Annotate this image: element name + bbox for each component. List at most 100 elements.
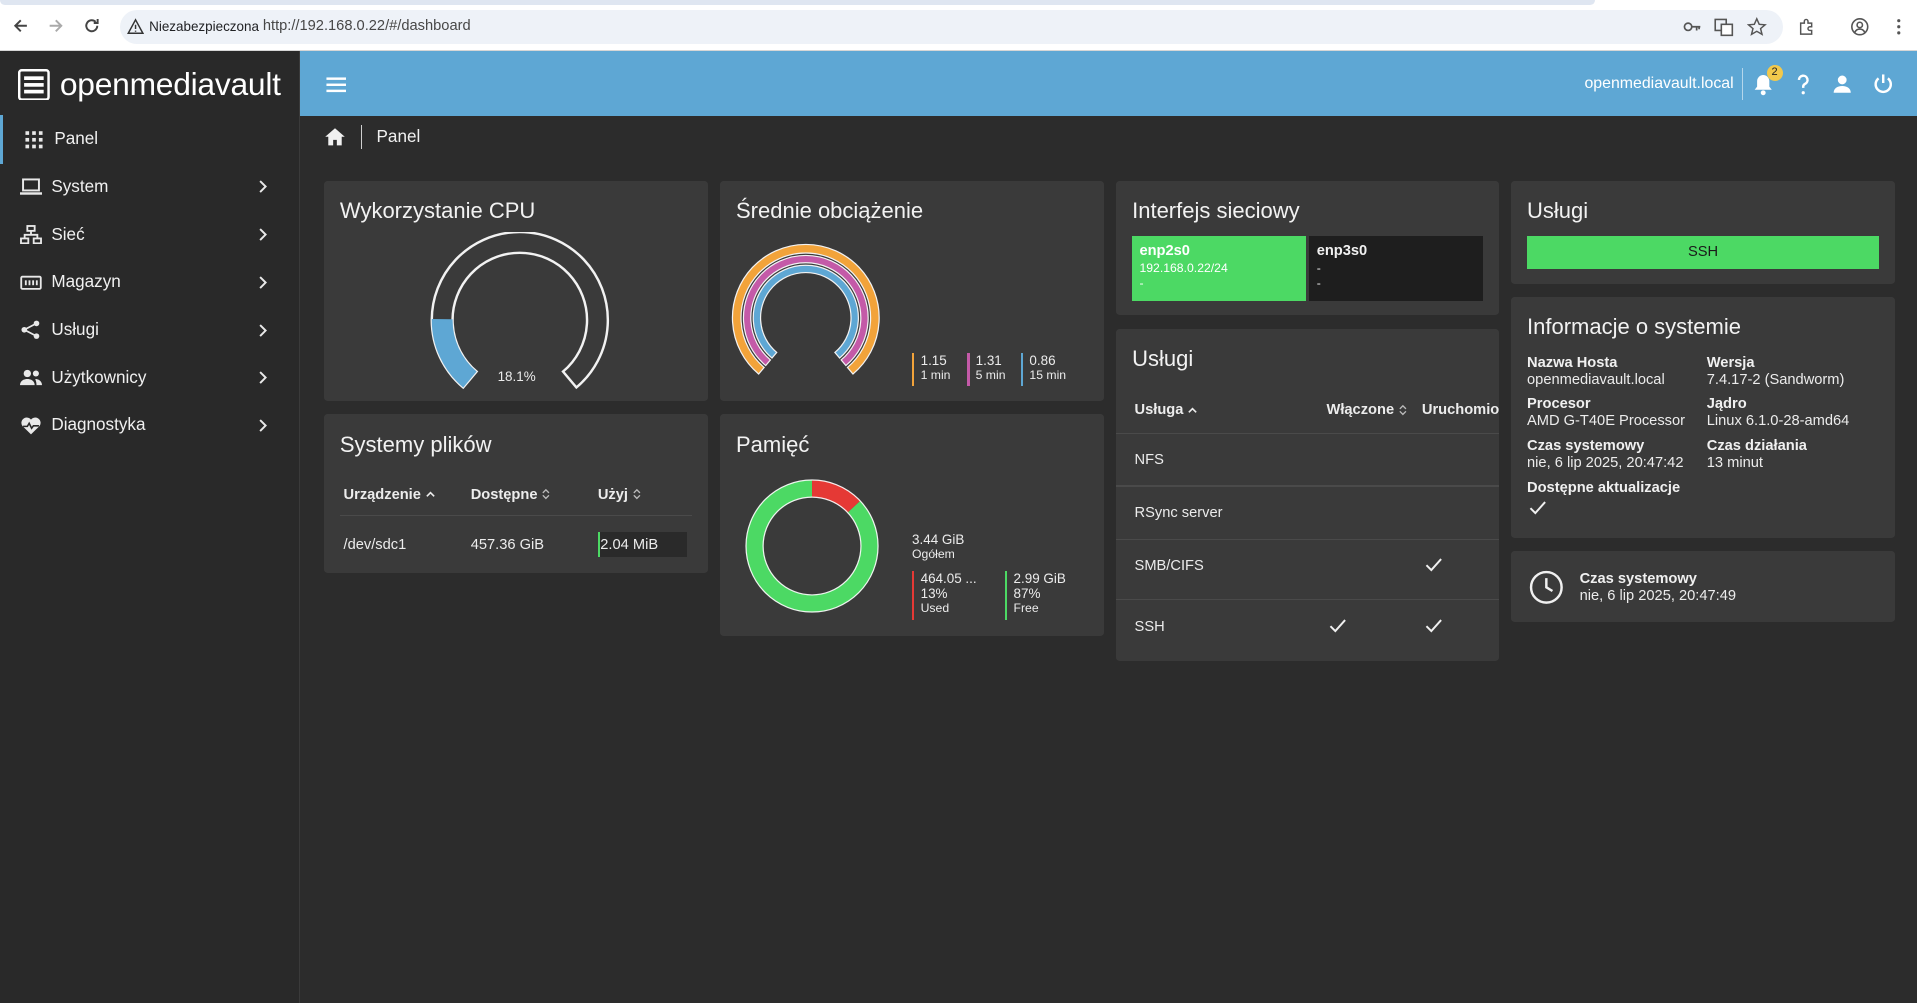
sort-icon [632, 489, 641, 500]
sysinfo-uptime-value: 13 minut [1706, 454, 1763, 471]
brand[interactable]: openmediavault [18, 66, 281, 103]
interface-name: enp2s0 [1139, 243, 1190, 260]
legend-color-bar [1020, 353, 1024, 387]
sidebar-item-services[interactable]: Usługi [0, 306, 298, 355]
check-icon [1529, 501, 1547, 515]
load-value: 1.31 [975, 353, 1002, 369]
user-icon[interactable] [1830, 72, 1854, 96]
interface-extra: - [1316, 275, 1321, 290]
home-icon[interactable] [324, 127, 346, 147]
help-icon[interactable] [1791, 72, 1815, 96]
memory-used-label: Used [920, 600, 950, 615]
chevron-right-icon [259, 228, 268, 241]
memory-used-value: 464.05 ... [920, 570, 977, 586]
heart-pulse-icon [20, 417, 41, 434]
service-tile-ssh[interactable]: SSH [1527, 235, 1880, 269]
sysinfo-version-label: Wersja [1706, 354, 1755, 371]
url-text[interactable]: http://192.168.0.22/#/dashboard [263, 18, 471, 34]
security-chip[interactable]: Niezabezpieczona [127, 15, 259, 39]
clock-label: Czas systemowy [1579, 570, 1697, 587]
sidebar-item-label: Magazyn [51, 272, 121, 292]
services-table-card: Usługi Usługa Włączone Uruchomion NFS RS… [1116, 328, 1499, 662]
reload-icon[interactable] [82, 16, 102, 36]
card-title: Interfejs sieciowy [1132, 198, 1300, 224]
column-header-running[interactable]: Uruchomion [1422, 402, 1499, 418]
card-title: Pamięć [736, 431, 810, 457]
forward-icon[interactable] [46, 16, 66, 36]
extensions-icon[interactable] [1797, 17, 1817, 37]
load-ring [752, 264, 859, 359]
browser-toolbar: Niezabezpieczona http://192.168.0.22/#/d… [0, 0, 1917, 52]
memory-free-legend: 2.99 GiB 87% Free [1004, 570, 1066, 620]
system-time-card: Czas systemowy nie, 6 lip 2025, 20:47:49 [1511, 551, 1896, 623]
sysinfo-version-value: 7.4.17-2 (Sandworm) [1706, 371, 1845, 388]
load-period: 5 min [975, 368, 1006, 383]
menu-dots-icon[interactable] [1889, 17, 1909, 37]
interface-name: enp3s0 [1316, 243, 1368, 260]
chevron-right-icon [259, 419, 268, 432]
key-icon[interactable] [1682, 17, 1702, 37]
load-period: 15 min [1029, 368, 1067, 383]
sysinfo-hostname-value: openmediavault.local [1527, 371, 1665, 388]
column-header-enabled[interactable]: Włączone [1327, 402, 1408, 418]
load-average-rings [731, 243, 880, 375]
profile-icon[interactable] [1850, 17, 1870, 37]
service-tile-label: SSH [1687, 244, 1719, 261]
sysinfo-kernel-label: Jądro [1706, 396, 1747, 413]
card-title: Systemy plików [339, 431, 492, 457]
interface-extra: - [1139, 275, 1144, 290]
column-header-service[interactable]: Usługa [1135, 402, 1199, 418]
check-icon [1329, 619, 1346, 633]
interface-address: - [1316, 260, 1321, 275]
service-name: RSync server [1134, 504, 1223, 521]
interface-tile-enp2s0[interactable]: enp2s0 192.168.0.22/24 - [1132, 235, 1306, 301]
memory-free-percent: 87% [1013, 585, 1041, 601]
interface-address: 192.168.0.22/24 [1139, 260, 1228, 275]
warning-icon [127, 18, 145, 35]
sidebar-item-label: Użytkownicy [51, 367, 147, 387]
chevron-right-icon [259, 276, 268, 289]
hamburger-menu-icon[interactable] [324, 75, 348, 95]
memory-total-value: 3.44 GiB [912, 531, 965, 547]
sysinfo-cpu-value: AMD G-T40E Processor [1527, 413, 1686, 430]
memory-used-percent: 13% [920, 585, 948, 601]
sidebar-item-storage[interactable]: Magazyn [0, 258, 298, 307]
hostname-label: openmediavault.local [1584, 74, 1734, 92]
sort-icon [542, 489, 550, 500]
sidebar-item-diagnostics[interactable]: Diagnostyka [0, 401, 298, 450]
legend-color-bar [967, 353, 970, 387]
column-header-label: Włączone [1326, 402, 1395, 419]
interface-tile-enp3s0[interactable]: enp3s0 - - [1309, 235, 1483, 301]
power-icon[interactable] [1871, 72, 1895, 96]
sysinfo-time-label: Czas systemowy [1527, 437, 1645, 454]
chevron-right-icon [259, 323, 268, 337]
services-status-card: Usługi SSH [1511, 180, 1896, 284]
sidebar-item-panel[interactable]: Panel [0, 114, 298, 164]
network-interfaces-card: Interfejs sieciowy enp2s0 192.168.0.22/2… [1116, 180, 1499, 316]
service-name: SSH [1134, 618, 1165, 635]
memory-total-label: Ogółem [912, 546, 955, 561]
check-icon [1426, 558, 1443, 572]
cpu-usage-card: Wykorzystanie CPU 18.1% [323, 180, 708, 401]
back-icon[interactable] [11, 16, 31, 36]
column-header-device[interactable]: Urządzenie [344, 487, 436, 503]
chevron-right-icon [259, 371, 268, 384]
star-icon[interactable] [1747, 17, 1767, 37]
sidebar-item-network[interactable]: Sieć [0, 210, 298, 259]
sidebar-item-users[interactable]: Użytkownicy [0, 353, 298, 402]
sidebar-item-system[interactable]: System [0, 163, 298, 212]
breadcrumb: Panel [324, 122, 420, 151]
memory-free-label: Free [1013, 600, 1039, 615]
security-label: Niezabezpieczona [149, 19, 259, 35]
translate-icon[interactable] [1714, 17, 1734, 37]
share-icon [21, 320, 39, 340]
storage-icon [19, 275, 42, 290]
filesystem-available: 457.36 GiB [470, 536, 545, 553]
network-icon [19, 224, 42, 245]
sysinfo-hostname-label: Nazwa Hosta [1527, 354, 1618, 371]
load-period: 1 min [920, 368, 951, 383]
sort-icon [1399, 404, 1407, 416]
column-header-used[interactable]: Użyj [598, 487, 642, 503]
donut-outline-inner [762, 496, 862, 597]
column-header-available[interactable]: Dostępne [471, 487, 551, 503]
